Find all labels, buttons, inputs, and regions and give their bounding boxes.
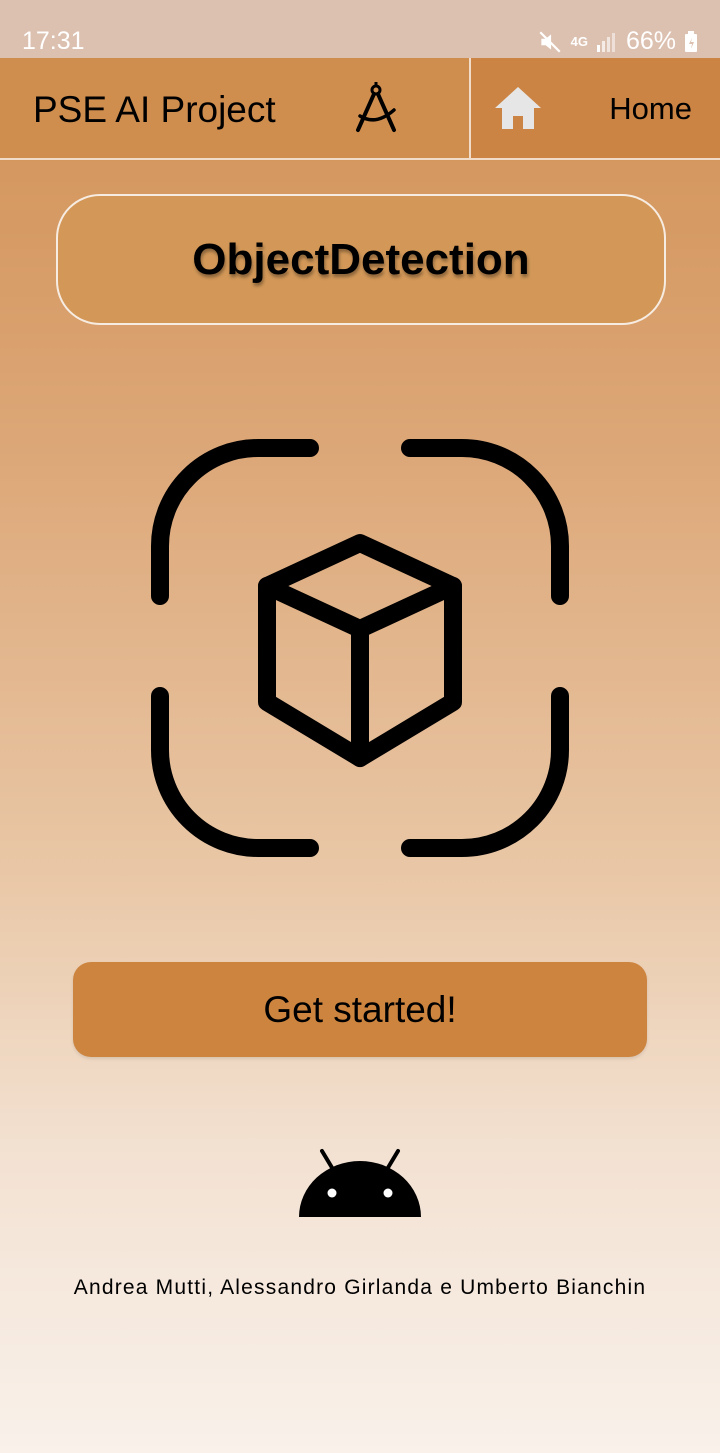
signal-icon <box>596 32 615 52</box>
home-label: Home <box>609 91 692 126</box>
android-icon <box>299 1149 421 1217</box>
home-icon <box>495 87 541 129</box>
app-bar: PSE AI Project Home <box>0 58 720 160</box>
home-nav-button[interactable]: Home <box>471 58 720 158</box>
feature-title: ObjectDetection <box>192 234 530 284</box>
get-started-button[interactable]: Get started! <box>73 962 647 1057</box>
network-4g-icon: 4G <box>570 34 588 49</box>
compass-icon <box>356 82 396 132</box>
status-bar: 17:31 4G 66% <box>0 0 720 58</box>
object-scan-icon <box>151 439 569 857</box>
status-icons: 4G 66% <box>537 27 698 56</box>
credits-text: Andrea Mutti, Alessandro Girlanda e Umbe… <box>73 1276 647 1299</box>
app-title: PSE AI Project <box>33 89 276 130</box>
mute-icon <box>539 30 561 53</box>
status-time: 17:31 <box>22 27 85 55</box>
feature-title-card: ObjectDetection <box>56 194 666 325</box>
battery-icon <box>685 30 697 52</box>
battery-percent: 66% <box>625 27 676 55</box>
